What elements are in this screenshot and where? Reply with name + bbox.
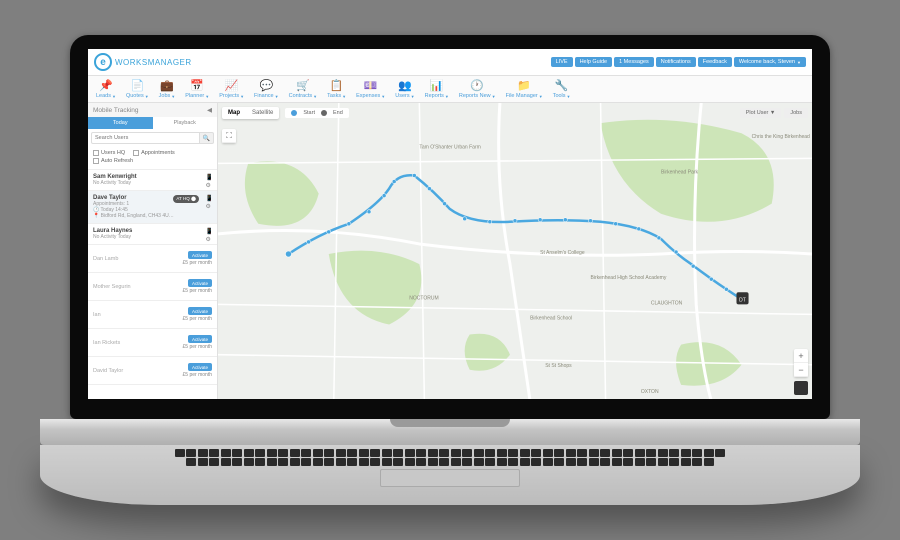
nav-finance[interactable]: 💬Finance▼	[254, 79, 279, 99]
phone-icon: 📱	[206, 195, 213, 202]
sidebar-tabs: Today Playback	[88, 117, 217, 129]
svg-text:NOCTORUM: NOCTORUM	[409, 295, 438, 301]
top-bar: e WORKSMANAGER LIVE Help Guide 1 Message…	[88, 49, 812, 76]
activate-button[interactable]: Activate	[188, 307, 212, 315]
user-menu-button[interactable]: Welcome back, Steven ▼	[734, 57, 806, 67]
feedback-button[interactable]: Feedback	[698, 57, 732, 67]
nav-reports[interactable]: 📊Reports▼	[425, 79, 449, 99]
map-type-switch: Map Satellite	[222, 107, 279, 119]
zoom-out-button[interactable]: −	[794, 363, 808, 377]
calendar-icon: 📅	[190, 79, 204, 92]
wrench-icon: 🔧	[555, 79, 569, 92]
tracking-sidebar: Mobile Tracking◀ Today Playback 🔍 Users …	[88, 103, 218, 399]
nav-tools[interactable]: 🔧Tools▼	[553, 79, 571, 99]
nav-projects[interactable]: 📈Projects▼	[219, 79, 244, 99]
inactive-user: Ian Activate£5 per month	[88, 301, 217, 329]
help-button[interactable]: Help Guide	[575, 57, 613, 67]
nav-contracts[interactable]: 🛒Contracts▼	[289, 79, 318, 99]
clipboard-icon: 📋	[330, 79, 344, 92]
tab-today[interactable]: Today	[88, 117, 153, 129]
sidebar-title: Mobile Tracking◀	[88, 103, 217, 117]
activate-button[interactable]: Activate	[188, 363, 212, 371]
users-icon: 👥	[398, 79, 412, 92]
svg-text:CLAUGHTON: CLAUGHTON	[651, 300, 683, 306]
chart-icon: 📈	[225, 79, 239, 92]
logo-text: WORKSMANAGER	[115, 58, 192, 67]
streetview-control[interactable]	[794, 381, 808, 395]
search-input[interactable]	[91, 132, 200, 144]
activate-button[interactable]: Activate	[188, 251, 212, 259]
nav-quotes[interactable]: 📄Quotes▼	[126, 79, 149, 99]
inactive-user: David Taylor Activate£5 per month	[88, 357, 217, 385]
pin-icon: 📌	[99, 79, 113, 92]
briefcase-icon: 💼	[160, 79, 174, 92]
settings-icon[interactable]: ⚙	[206, 182, 213, 189]
map-type-satellite[interactable]: Satellite	[246, 107, 279, 119]
filter-auto-refresh[interactable]: Auto Refresh	[93, 158, 133, 164]
user-item[interactable]: Laura Haynes No Activity Today 📱⚙	[88, 224, 217, 245]
phone-icon: 📱	[206, 174, 213, 181]
nav-files[interactable]: 📁File Manager▼	[506, 79, 543, 99]
top-buttons: LIVE Help Guide 1 Messages Notifications…	[551, 57, 806, 67]
clock-icon: 🕐	[470, 79, 484, 92]
settings-icon[interactable]: ⚙	[206, 203, 213, 210]
svg-text:Chris the King Birkenhead: Chris the King Birkenhead	[752, 134, 810, 140]
zoom-in-button[interactable]: +	[794, 349, 808, 363]
svg-text:DT: DT	[739, 297, 746, 303]
inactive-user: Ian Rickets Activate£5 per month	[88, 329, 217, 357]
phone-icon: 📱	[206, 228, 213, 235]
svg-text:St Anselm's College: St Anselm's College	[540, 250, 585, 256]
main-nav: 📌Leads▼ 📄Quotes▼ 💼Jobs▼ 📅Planner▼ 📈Proje…	[88, 76, 812, 103]
settings-icon[interactable]: ⚙	[206, 236, 213, 243]
nav-planner[interactable]: 📅Planner▼	[185, 79, 209, 99]
svg-text:OXTON: OXTON	[641, 389, 659, 395]
jobs-button[interactable]: Jobs	[784, 108, 808, 118]
cart-icon: 🛒	[296, 79, 310, 92]
filter-options: Users HQ Appointments Auto Refresh	[88, 147, 217, 170]
live-button[interactable]: LIVE	[551, 57, 573, 67]
svg-text:Birkenhead High School Academy: Birkenhead High School Academy	[590, 275, 666, 281]
inactive-user: Dan Lamb Activate£5 per month	[88, 245, 217, 273]
nav-leads[interactable]: 📌Leads▼	[96, 79, 116, 99]
app-logo: e WORKSMANAGER	[94, 53, 192, 71]
logo-icon: e	[94, 53, 112, 71]
messages-button[interactable]: 1 Messages	[614, 57, 654, 67]
plot-user-button[interactable]: Plot User ▼	[740, 108, 782, 118]
money-icon: 💷	[364, 79, 378, 92]
svg-text:Birkenhead School: Birkenhead School	[530, 315, 572, 321]
search-button[interactable]: 🔍	[200, 132, 214, 144]
pie-icon: 📊	[430, 79, 444, 92]
zoom-control: + −	[794, 349, 808, 377]
map-canvas[interactable]: DT NOCTORUM CLAUGHTON OXTON Birkenhead P…	[218, 103, 812, 399]
svg-text:Birkenhead Park: Birkenhead Park	[661, 169, 699, 175]
map-legend: Start End	[285, 108, 348, 118]
nav-expenses[interactable]: 💷Expenses▼	[356, 79, 385, 99]
fullscreen-control[interactable]: ⛶	[222, 129, 236, 143]
inactive-user: Mother Segurin Activate£5 per month	[88, 273, 217, 301]
user-item[interactable]: Sam Kenwright No Activity Today 📱⚙	[88, 170, 217, 191]
map-area[interactable]: Map Satellite Start End Plot User ▼ Jobs	[218, 103, 812, 399]
nav-reports-new[interactable]: 🕐Reports New▼	[459, 79, 496, 99]
activate-button[interactable]: Activate	[188, 279, 212, 287]
tab-playback[interactable]: Playback	[153, 117, 218, 129]
user-list: Sam Kenwright No Activity Today 📱⚙ Dave …	[88, 170, 217, 399]
nav-tasks[interactable]: 📋Tasks▼	[327, 79, 346, 99]
activate-button[interactable]: Activate	[188, 335, 212, 343]
nav-users[interactable]: 👥Users▼	[395, 79, 414, 99]
doc-icon: 📄	[130, 79, 144, 92]
filter-users-hq[interactable]: Users HQ	[93, 150, 125, 156]
hq-badge: AT HQ ⬤	[173, 195, 199, 203]
chat-icon: 💬	[259, 79, 273, 92]
notifications-button[interactable]: Notifications	[656, 57, 696, 67]
filter-appointments[interactable]: Appointments	[133, 150, 175, 156]
map-type-map[interactable]: Map	[222, 107, 246, 119]
svg-text:St St Shops: St St Shops	[545, 363, 572, 369]
folder-icon: 📁	[517, 79, 531, 92]
nav-jobs[interactable]: 💼Jobs▼	[159, 79, 176, 99]
svg-text:Tam O'Shanter Urban Farm: Tam O'Shanter Urban Farm	[419, 144, 480, 150]
user-item-selected[interactable]: Dave Taylor Appointments: 1 🕐 Today 14:4…	[88, 191, 217, 224]
